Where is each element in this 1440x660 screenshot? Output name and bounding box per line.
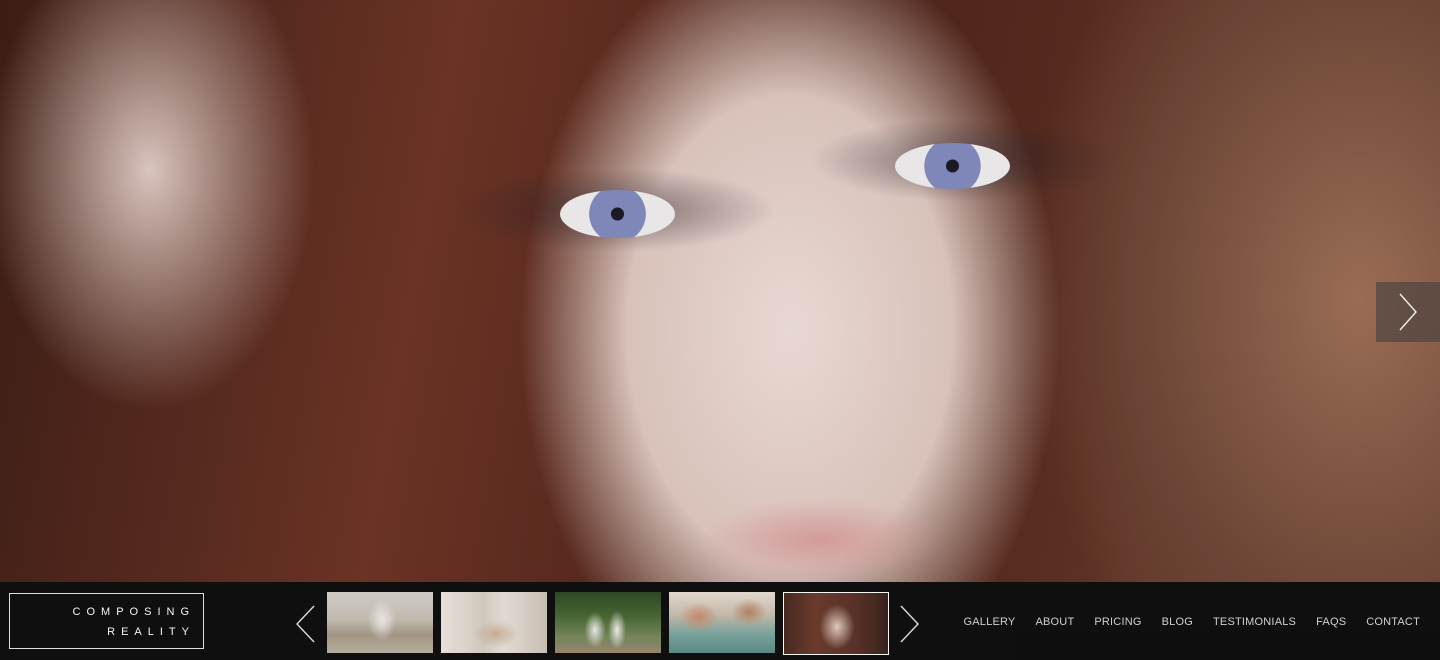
nav-testimonials[interactable]: TESTIMONIALS bbox=[1213, 616, 1296, 628]
chevron-left-icon bbox=[294, 605, 316, 648]
logo-line-2: REALITY bbox=[107, 626, 195, 638]
site-logo[interactable]: COMPOSING REALITY bbox=[9, 593, 204, 649]
nav-faqs[interactable]: FAQS bbox=[1316, 616, 1346, 628]
nav-gallery[interactable]: GALLERY bbox=[964, 616, 1016, 628]
hero-right-eye bbox=[895, 143, 1010, 189]
thumbnail-3[interactable] bbox=[555, 592, 661, 653]
hero-photo bbox=[0, 0, 1440, 582]
thumbnail-5-active[interactable] bbox=[783, 592, 889, 655]
thumbnails-prev-button[interactable] bbox=[294, 604, 316, 644]
nav-contact[interactable]: CONTACT bbox=[1366, 616, 1420, 628]
nav-pricing[interactable]: PRICING bbox=[1094, 616, 1141, 628]
slide-next-button[interactable] bbox=[1376, 282, 1440, 342]
nav-blog[interactable]: BLOG bbox=[1162, 616, 1193, 628]
thumbnail-1[interactable] bbox=[327, 592, 433, 653]
main-nav: GALLERY ABOUT PRICING BLOG TESTIMONIALS … bbox=[964, 616, 1420, 628]
hero-left-eye bbox=[560, 190, 675, 238]
logo-line-1: COMPOSING bbox=[72, 606, 195, 618]
nav-about[interactable]: ABOUT bbox=[1035, 616, 1074, 628]
chevron-right-icon bbox=[899, 605, 921, 648]
thumbnail-2[interactable] bbox=[441, 592, 547, 653]
thumbnails-next-button[interactable] bbox=[899, 604, 921, 644]
bottom-bar: COMPOSING REALITY GALLERY ABOUT PRICING … bbox=[0, 582, 1440, 660]
thumbnail-4[interactable] bbox=[669, 592, 775, 653]
page: COMPOSING REALITY GALLERY ABOUT PRICING … bbox=[0, 0, 1440, 660]
